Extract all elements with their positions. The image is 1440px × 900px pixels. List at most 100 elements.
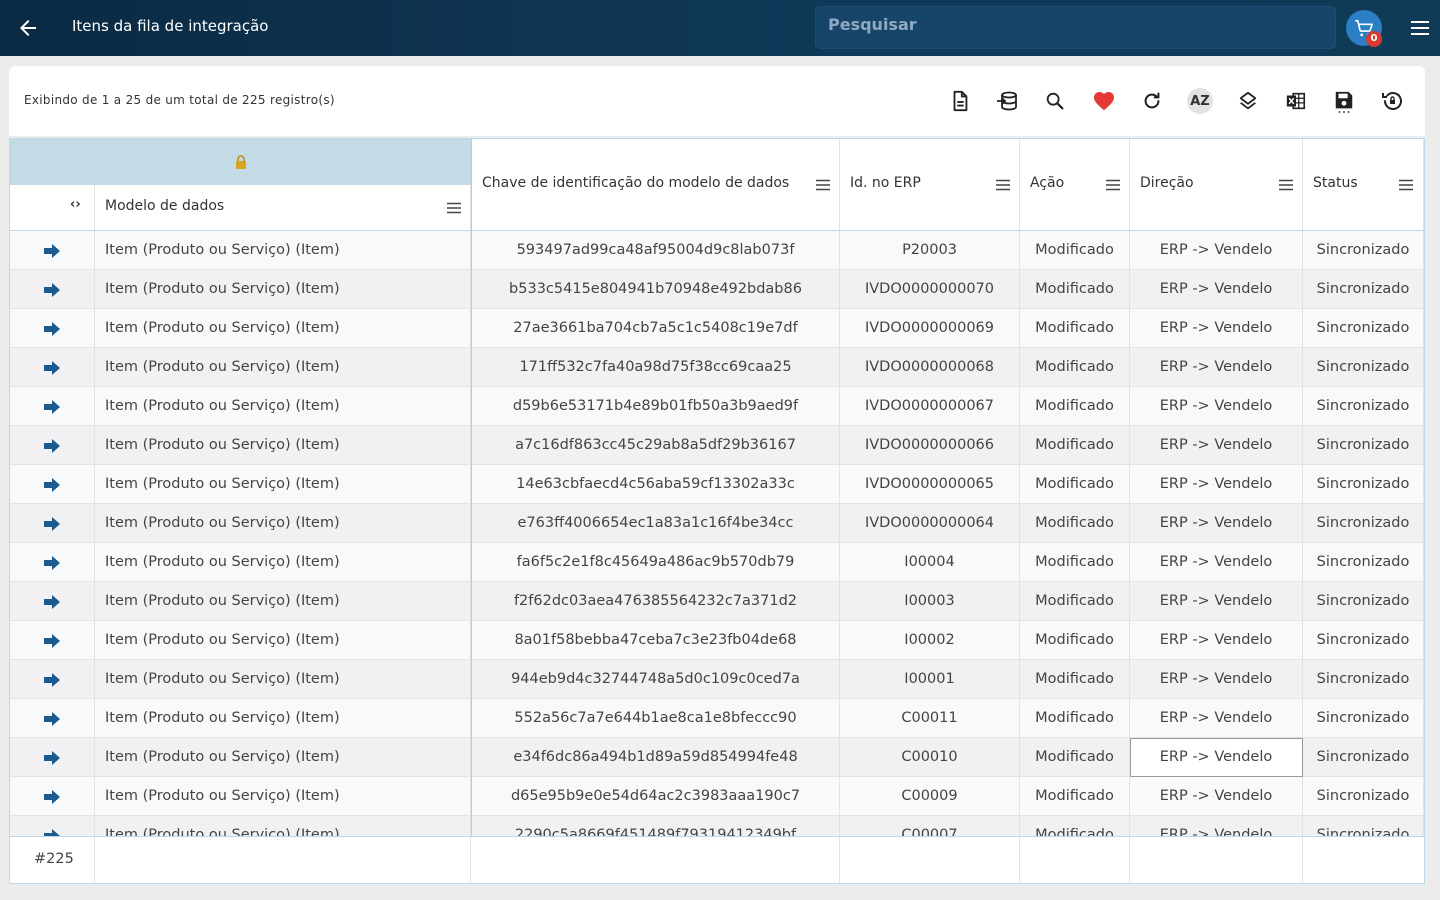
back-button[interactable] <box>16 16 40 40</box>
column-menu-icon[interactable] <box>446 202 462 214</box>
cell-acao[interactable]: Modificado <box>1020 270 1130 309</box>
cell-id-erp[interactable]: IVDO0000000069 <box>840 309 1020 348</box>
column-menu-icon[interactable] <box>1105 179 1121 191</box>
cell-modelo[interactable]: Item (Produto ou Serviço) (Item) <box>95 621 471 660</box>
table-row[interactable]: Item (Produto ou Serviço) (Item) 8a01f58b… <box>10 621 1424 660</box>
column-menu-icon[interactable] <box>995 179 1011 191</box>
arrow-right-icon[interactable] <box>43 555 61 571</box>
column-header-status[interactable]: Status <box>1303 139 1424 230</box>
cell-id-erp[interactable]: C00009 <box>840 777 1020 816</box>
arrow-right-icon[interactable] <box>43 360 61 376</box>
cell-direcao[interactable]: ERP -> Vendelo <box>1130 504 1303 543</box>
cell-chave[interactable]: 171ff532c7fa40a98d75f38cc69caa25 <box>472 348 840 387</box>
arrow-right-icon[interactable] <box>43 789 61 805</box>
cell-chave[interactable]: fa6f5c2e1f8c45649a486ac9b570db79 <box>472 543 840 582</box>
cell-modelo[interactable]: Item (Produto ou Serviço) (Item) <box>95 426 471 465</box>
cell-direcao[interactable]: ERP -> Vendelo <box>1130 699 1303 738</box>
restore-button[interactable] <box>1379 88 1405 114</box>
cell-direcao[interactable]: ERP -> Vendelo <box>1130 231 1303 270</box>
cell-modelo[interactable]: Item (Produto ou Serviço) (Item) <box>95 270 471 309</box>
cell-id-erp[interactable]: C00010 <box>840 738 1020 777</box>
cell-id-erp[interactable]: IVDO0000000068 <box>840 348 1020 387</box>
table-row[interactable]: Item (Produto ou Serviço) (Item) 593497ad… <box>10 231 1424 270</box>
cell-chave[interactable]: e763ff4006654ec1a83a1c16f4be34cc <box>472 504 840 543</box>
arrow-right-icon[interactable] <box>43 516 61 532</box>
cell-status[interactable]: Sincronizado <box>1303 777 1424 816</box>
table-row[interactable]: Item (Produto ou Serviço) (Item) fa6f5c2e… <box>10 543 1424 582</box>
table-row[interactable]: Item (Produto ou Serviço) (Item) d65e95b9… <box>10 777 1424 816</box>
cell-acao[interactable]: Modificado <box>1020 621 1130 660</box>
cell-chave[interactable]: b533c5415e804941b70948e492bdab86 <box>472 270 840 309</box>
cell-acao[interactable]: Modificado <box>1020 582 1130 621</box>
column-header-modelo[interactable]: Modelo de dados <box>95 185 471 230</box>
cell-chave[interactable]: 14e63cbfaecd4c56aba59cf13302a33c <box>472 465 840 504</box>
cell-modelo[interactable]: Item (Produto ou Serviço) (Item) <box>95 777 471 816</box>
row-open-cell[interactable] <box>10 309 95 348</box>
row-open-cell[interactable] <box>10 231 95 270</box>
report-button[interactable] <box>947 88 973 114</box>
cell-acao[interactable]: Modificado <box>1020 660 1130 699</box>
column-menu-icon[interactable] <box>1278 179 1294 191</box>
row-open-cell[interactable] <box>10 621 95 660</box>
favorites-button[interactable] <box>1091 88 1117 114</box>
cell-chave[interactable]: e34f6dc86a494b1d89a59d854994fe48 <box>472 738 840 777</box>
cell-modelo[interactable]: Item (Produto ou Serviço) (Item) <box>95 465 471 504</box>
cell-id-erp[interactable]: IVDO0000000064 <box>840 504 1020 543</box>
search-input[interactable] <box>816 7 1335 48</box>
cell-direcao[interactable]: ERP -> Vendelo <box>1130 660 1303 699</box>
cell-status[interactable]: Sincronizado <box>1303 660 1424 699</box>
arrow-right-icon[interactable] <box>43 633 61 649</box>
cell-status[interactable]: Sincronizado <box>1303 738 1424 777</box>
cell-status[interactable]: Sincronizado <box>1303 504 1424 543</box>
cell-direcao[interactable]: ERP -> Vendelo <box>1130 777 1303 816</box>
column-header-id-erp[interactable]: Id. no ERP <box>840 139 1020 230</box>
cell-acao[interactable]: Modificado <box>1020 777 1130 816</box>
arrow-right-icon[interactable] <box>43 399 61 415</box>
cell-modelo[interactable]: Item (Produto ou Serviço) (Item) <box>95 504 471 543</box>
cell-id-erp[interactable]: I00003 <box>840 582 1020 621</box>
cell-modelo[interactable]: Item (Produto ou Serviço) (Item) <box>95 543 471 582</box>
row-open-cell[interactable] <box>10 582 95 621</box>
cell-chave[interactable]: 27ae3661ba704cb7a5c1c5408c19e7df <box>472 309 840 348</box>
cell-acao[interactable]: Modificado <box>1020 504 1130 543</box>
row-open-cell[interactable] <box>10 543 95 582</box>
cell-acao[interactable]: Modificado <box>1020 465 1130 504</box>
cell-status[interactable]: Sincronizado <box>1303 621 1424 660</box>
cell-acao[interactable]: Modificado <box>1020 348 1130 387</box>
refresh-button[interactable] <box>1139 88 1165 114</box>
cell-chave[interactable]: 944eb9d4c32744748a5d0c109c0ced7a <box>472 660 840 699</box>
arrow-right-icon[interactable] <box>43 750 61 766</box>
column-header-direcao[interactable]: Direção <box>1130 139 1303 230</box>
excel-export-button[interactable] <box>1283 88 1309 114</box>
import-button[interactable] <box>994 88 1020 114</box>
row-open-cell[interactable] <box>10 348 95 387</box>
cell-acao[interactable]: Modificado <box>1020 231 1130 270</box>
row-open-cell[interactable] <box>10 660 95 699</box>
cell-status[interactable]: Sincronizado <box>1303 231 1424 270</box>
layers-button[interactable] <box>1235 88 1261 114</box>
cell-direcao[interactable]: ERP -> Vendelo <box>1130 582 1303 621</box>
row-open-cell[interactable] <box>10 426 95 465</box>
table-row[interactable]: Item (Produto ou Serviço) (Item) a7c16df8… <box>10 426 1424 465</box>
cell-direcao[interactable]: ERP -> Vendelo <box>1130 270 1303 309</box>
arrow-right-icon[interactable] <box>43 438 61 454</box>
cell-acao[interactable]: Modificado <box>1020 738 1130 777</box>
search-button[interactable] <box>1042 88 1068 114</box>
table-row[interactable]: Item (Produto ou Serviço) (Item) e34f6dc8… <box>10 738 1424 777</box>
column-menu-icon[interactable] <box>815 179 831 191</box>
cell-id-erp[interactable]: P20003 <box>840 231 1020 270</box>
cell-id-erp[interactable]: IVDO0000000067 <box>840 387 1020 426</box>
cell-acao[interactable]: Modificado <box>1020 309 1130 348</box>
row-open-cell[interactable] <box>10 777 95 816</box>
cell-acao[interactable]: Modificado <box>1020 699 1130 738</box>
cell-chave[interactable]: 8a01f58bebba47ceba7c3e23fb04de68 <box>472 621 840 660</box>
cell-status[interactable]: Sincronizado <box>1303 387 1424 426</box>
cell-id-erp[interactable]: I00001 <box>840 660 1020 699</box>
cell-direcao[interactable]: ERP -> Vendelo <box>1130 621 1303 660</box>
cell-status[interactable]: Sincronizado <box>1303 426 1424 465</box>
cell-id-erp[interactable]: I00004 <box>840 543 1020 582</box>
cart-button[interactable]: 0 <box>1346 10 1382 47</box>
cell-chave[interactable]: f2f62dc03aea476385564232c7a371d2 <box>472 582 840 621</box>
row-action-column-header[interactable]: ‹› <box>10 185 95 230</box>
row-open-cell[interactable] <box>10 504 95 543</box>
